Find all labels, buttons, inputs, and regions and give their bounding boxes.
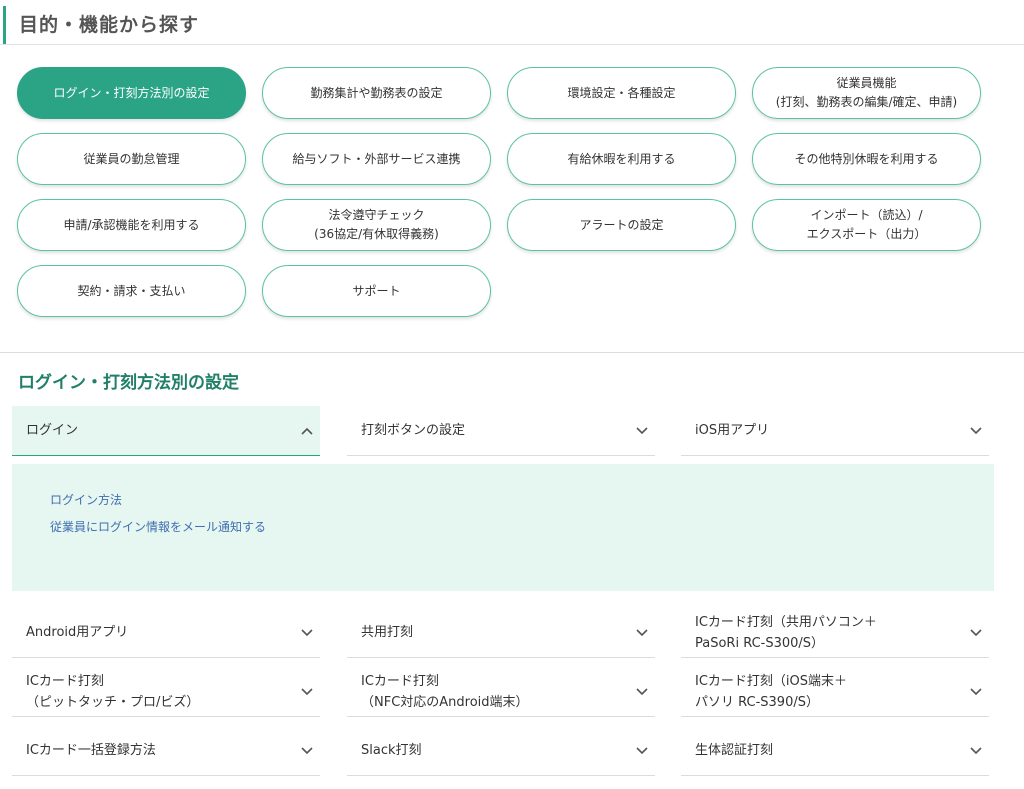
category-payroll-integration[interactable]: 給与ソフト・外部サービス連携	[262, 133, 491, 185]
accordion-biometric-punch[interactable]: 生体認証打刻	[681, 726, 989, 776]
accordion-label: iOS用アプリ	[695, 423, 770, 438]
page-header: 目的・機能から探す	[0, 0, 1024, 45]
accordion-label: ICカード打刻 （NFC対応のAndroid端末）	[361, 673, 529, 710]
accordion-label: Android用アプリ	[26, 625, 129, 640]
accordion-label: ログイン	[26, 423, 79, 438]
accordion-ic-pasori-s300[interactable]: ICカード打刻（共用パソコン＋ PaSoRi RC-S300/S）	[681, 608, 989, 658]
chevron-down-icon	[636, 687, 648, 695]
category-support[interactable]: サポート	[262, 265, 491, 317]
accordion-label: ICカード打刻 （ピットタッチ・プロ/ビズ）	[26, 673, 200, 710]
header-accent-bar	[3, 6, 6, 44]
accordion-label: ICカード打刻（共用パソコン＋ PaSoRi RC-S300/S）	[695, 614, 877, 651]
accordion-label: ICカード一括登録方法	[26, 743, 156, 758]
chevron-down-icon	[970, 746, 982, 754]
section-title: ログイン・打刻方法別の設定	[18, 373, 239, 393]
category-employee-attendance[interactable]: 従業員の勤怠管理	[17, 133, 246, 185]
accordion-slack-punch[interactable]: Slack打刻	[347, 726, 655, 776]
accordion-android-app[interactable]: Android用アプリ	[12, 608, 320, 658]
accordion-label: 打刻ボタンの設定	[361, 423, 466, 438]
chevron-down-icon	[636, 628, 648, 636]
category-attendance-summary[interactable]: 勤務集計や勤務表の設定	[262, 67, 491, 119]
chevron-up-icon	[301, 427, 313, 435]
link-email-login-info[interactable]: 従業員にログイン情報をメール通知する	[50, 518, 266, 535]
accordion-ic-nfc-android[interactable]: ICカード打刻 （NFC対応のAndroid端末）	[347, 667, 655, 717]
category-import-export[interactable]: インポート（読込）/ エクスポート（出力）	[752, 199, 981, 251]
category-login-punch[interactable]: ログイン・打刻方法別の設定	[17, 67, 246, 119]
category-special-leave[interactable]: その他特別休暇を利用する	[752, 133, 981, 185]
category-alerts[interactable]: アラートの設定	[507, 199, 736, 251]
chevron-down-icon	[636, 746, 648, 754]
accordion-shared-punch[interactable]: 共用打刻	[347, 608, 655, 658]
chevron-down-icon	[970, 628, 982, 636]
accordion-label: 共用打刻	[361, 625, 414, 640]
accordion-login[interactable]: ログイン	[12, 406, 320, 456]
accordion-label: 生体認証打刻	[695, 743, 774, 758]
accordion-ios-app[interactable]: iOS用アプリ	[681, 406, 989, 456]
category-environment-settings[interactable]: 環境設定・各種設定	[507, 67, 736, 119]
accordion-punch-button[interactable]: 打刻ボタンの設定	[347, 406, 655, 456]
accordion-label: ICカード打刻（iOS端末＋ パソリ RC-S390/S）	[695, 673, 848, 710]
category-employee-functions[interactable]: 従業員機能 (打刻、勤務表の編集/確定、申請)	[752, 67, 981, 119]
chevron-down-icon	[301, 628, 313, 636]
accordion-panel-login: ログイン方法 従業員にログイン情報をメール通知する	[12, 464, 994, 591]
chevron-down-icon	[970, 426, 982, 434]
chevron-down-icon	[301, 687, 313, 695]
accordion-ic-bulk-register[interactable]: ICカード一括登録方法	[12, 726, 320, 776]
chevron-down-icon	[970, 687, 982, 695]
category-contract-billing[interactable]: 契約・請求・支払い	[17, 265, 246, 317]
accordion-ic-ios-s390[interactable]: ICカード打刻（iOS端末＋ パソリ RC-S390/S）	[681, 667, 989, 717]
accordion-label: Slack打刻	[361, 743, 422, 758]
category-compliance-check[interactable]: 法令遵守チェック (36協定/有休取得義務)	[262, 199, 491, 251]
category-paid-leave[interactable]: 有給休暇を利用する	[507, 133, 736, 185]
accordion-ic-pittouch[interactable]: ICカード打刻 （ピットタッチ・プロ/ビズ）	[12, 667, 320, 717]
chevron-down-icon	[636, 426, 648, 434]
category-grid: ログイン・打刻方法別の設定 勤務集計や勤務表の設定 環境設定・各種設定 従業員機…	[17, 67, 997, 317]
chevron-down-icon	[301, 746, 313, 754]
section-divider	[0, 352, 1024, 353]
category-approval[interactable]: 申請/承認機能を利用する	[17, 199, 246, 251]
link-login-method[interactable]: ログイン方法	[50, 491, 122, 508]
page-title: 目的・機能から探す	[19, 14, 200, 36]
